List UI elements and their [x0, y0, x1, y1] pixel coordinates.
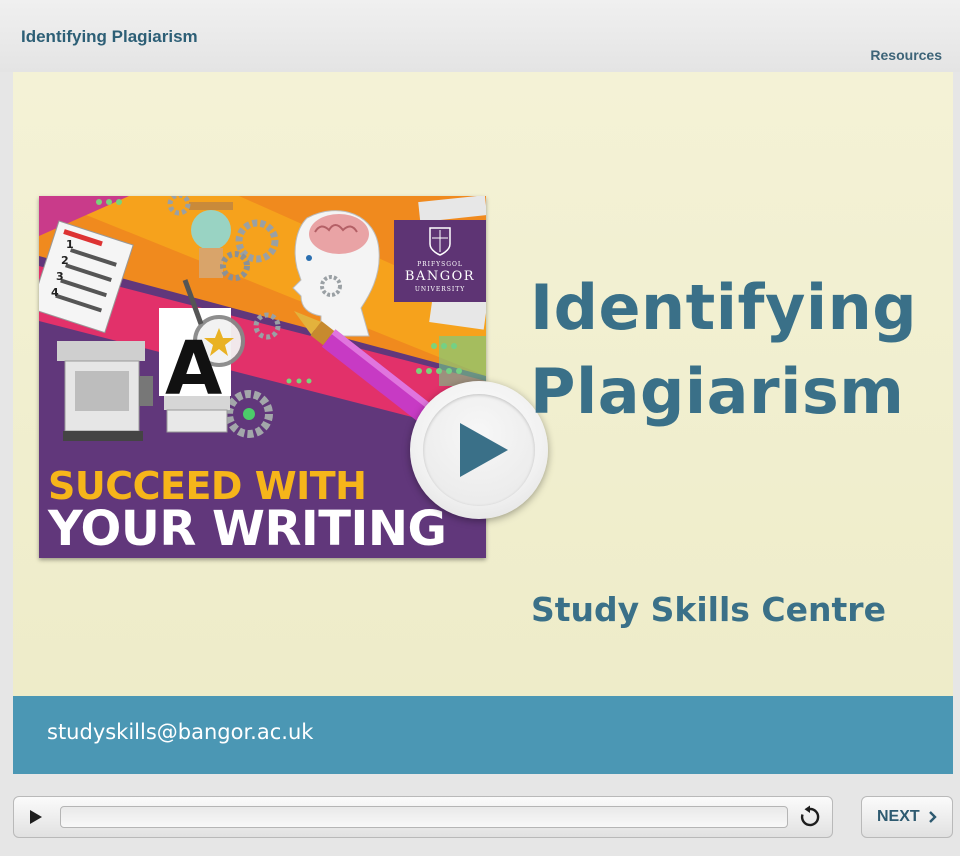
list-number: 2: [61, 254, 69, 267]
next-button-label: NEXT: [877, 808, 920, 825]
play-icon: [460, 423, 508, 477]
contact-email: studyskills@bangor.ac.uk: [47, 720, 314, 744]
next-button[interactable]: NEXT: [861, 796, 953, 838]
printer-icon: [57, 341, 153, 441]
seek-bar[interactable]: [60, 806, 788, 828]
cover-headline-2: YOUR WRITING: [48, 501, 447, 557]
replay-button[interactable]: [798, 805, 822, 829]
video-play-button[interactable]: [410, 381, 548, 519]
play-icon: [30, 810, 42, 824]
list-number: 4: [51, 286, 59, 299]
top-bar: Identifying Plagiarism Resources: [0, 0, 960, 72]
logo-small-text: PRIFYSGOL: [417, 261, 463, 268]
chevron-right-icon: [929, 811, 937, 823]
list-number: 1: [66, 238, 74, 251]
logo-sub-text: UNIVERSITY: [414, 286, 466, 293]
course-title: Identifying Plagiarism: [21, 27, 198, 46]
player-controls: [13, 796, 833, 838]
list-number: 3: [56, 270, 64, 283]
crest-icon: [429, 227, 451, 256]
slide-subtitle: Study Skills Centre: [531, 590, 886, 629]
player-play-button[interactable]: [24, 806, 46, 828]
slide-canvas: 1 2 3 4 A PRIFYSGOL BANGOR UNIVERSITY SU…: [13, 72, 953, 696]
resources-link[interactable]: Resources: [870, 47, 942, 63]
scanner-icon: [164, 396, 230, 433]
bangor-university-logo: PRIFYSGOL BANGOR UNIVERSITY: [394, 220, 486, 302]
footer-band: studyskills@bangor.ac.uk: [13, 696, 953, 774]
slide-title: Identifying Plagiarism: [530, 266, 950, 434]
logo-name: BANGOR: [404, 269, 476, 284]
replay-icon: [800, 805, 820, 827]
slide-title-line-2: Plagiarism: [530, 355, 905, 428]
slide-title-line-1: Identifying: [530, 271, 918, 344]
